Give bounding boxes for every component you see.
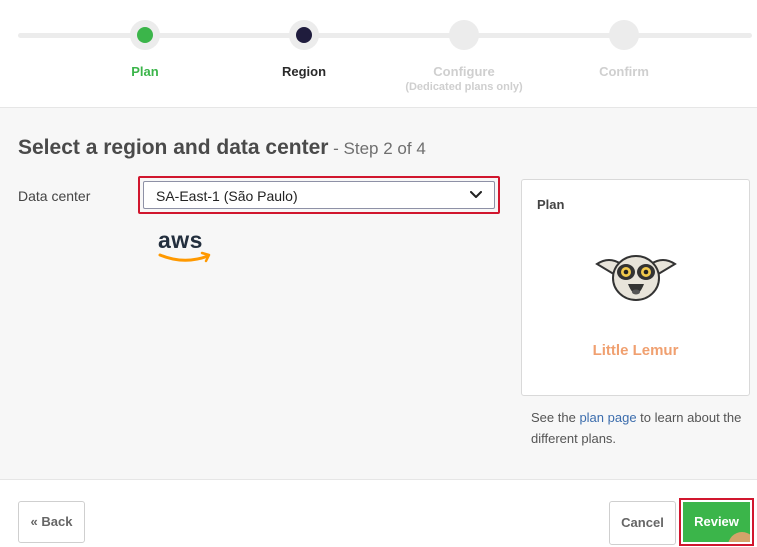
step-confirm-label: Confirm	[599, 64, 649, 79]
plan-card: Plan Little Lemur	[521, 179, 750, 396]
plan-name: Little Lemur	[592, 342, 679, 359]
review-button-label: Review	[694, 514, 739, 529]
back-button[interactable]: « Back	[18, 501, 85, 543]
data-center-value: SA-East-1 (São Paulo)	[156, 188, 298, 204]
step-plan-indicator	[130, 20, 160, 50]
footer-bar: « Back Cancel Review	[0, 479, 757, 547]
review-highlight: Review	[679, 498, 754, 546]
cursor-indicator	[728, 532, 750, 542]
step-region-label: Region	[281, 64, 327, 79]
step-plan-label: Plan	[131, 64, 159, 79]
step-indicator-text: - Step 2 of 4	[328, 139, 426, 158]
step-confirm-indicator	[609, 20, 639, 50]
cancel-button[interactable]: Cancel	[609, 501, 676, 545]
plan-help-prefix: See the	[531, 410, 580, 425]
step-plan: Plan	[85, 20, 205, 79]
plan-page-link[interactable]: plan page	[579, 410, 636, 425]
step-confirm: Confirm	[564, 20, 684, 79]
page-title-text: Select a region and data center	[18, 136, 329, 159]
step-configure-label: Configure	[433, 64, 495, 79]
aws-logo: aws	[158, 228, 211, 263]
step-region: Region	[244, 20, 364, 79]
step-configure: Configure (Dedicated plans only)	[404, 20, 524, 93]
plan-help-text: See the plan page to learn about the dif…	[531, 407, 746, 449]
step-configure-sublabel: (Dedicated plans only)	[405, 81, 523, 93]
page-title: Select a region and data center - Step 2…	[18, 136, 426, 160]
data-center-highlight: SA-East-1 (São Paulo)	[138, 176, 500, 214]
main-panel: Select a region and data center - Step 2…	[0, 108, 757, 479]
chevron-down-icon	[470, 191, 482, 198]
progress-stepper: Plan Region Configure (Dedicated plans o…	[0, 0, 757, 108]
step-region-indicator	[289, 20, 319, 50]
lemur-icon	[595, 255, 677, 301]
review-button[interactable]: Review	[683, 502, 750, 542]
data-center-select[interactable]: SA-East-1 (São Paulo)	[143, 181, 495, 209]
step-configure-indicator	[449, 20, 479, 50]
aws-logo-text: aws	[158, 228, 203, 253]
plan-card-title: Plan	[537, 197, 565, 212]
data-center-label: Data center	[18, 188, 91, 204]
